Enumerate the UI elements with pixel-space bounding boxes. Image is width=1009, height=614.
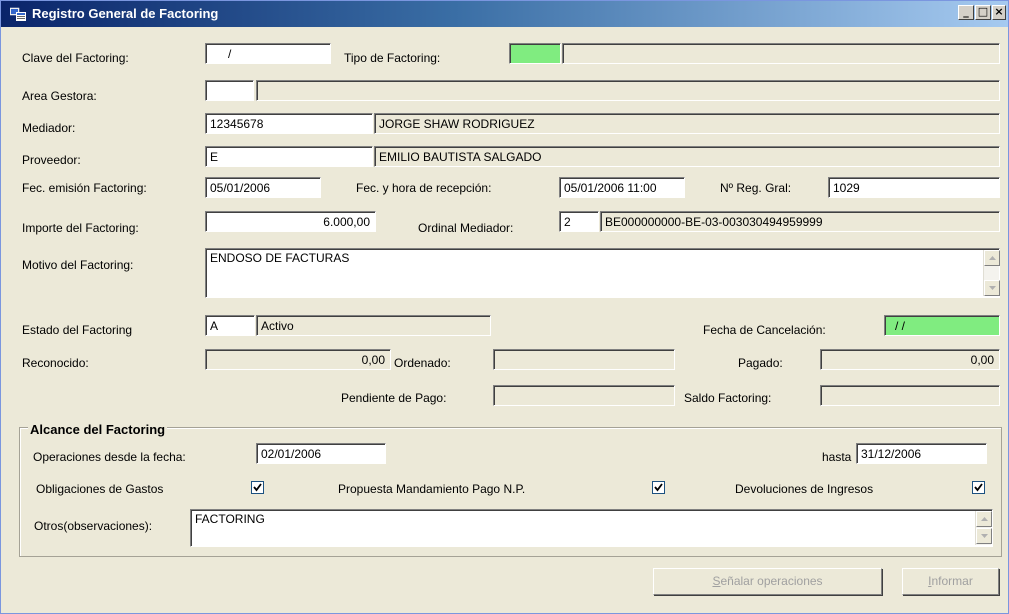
otros-scrollbar[interactable] xyxy=(975,511,992,545)
estado-label: Estado del Factoring xyxy=(22,323,133,337)
importe-input[interactable]: 6.000,00 xyxy=(205,211,376,232)
estado-code-input[interactable]: A xyxy=(205,315,255,336)
proveedor-code-input[interactable]: E xyxy=(205,146,373,167)
reconocido-value: 0,00 xyxy=(205,349,391,370)
scroll-down-button[interactable] xyxy=(976,528,992,544)
ordinal-label: Ordinal Mediador: xyxy=(418,221,514,235)
ordenado-label: Ordenado: xyxy=(394,356,451,370)
ordinal-account: BE000000000-BE-03-003030494959999 xyxy=(600,211,1000,232)
checkmark-icon xyxy=(654,483,663,492)
mediador-code-input[interactable]: 12345678 xyxy=(205,113,373,134)
factoring-window: Registro General de Factoring _ □ × Clav… xyxy=(0,0,1009,614)
close-button[interactable]: × xyxy=(992,5,1006,20)
proveedor-label: Proveedor: xyxy=(22,153,81,167)
scroll-up-icon xyxy=(981,517,988,521)
scroll-up-button[interactable] xyxy=(976,511,992,527)
obligaciones-checkbox[interactable] xyxy=(251,481,264,494)
fec-recepcion-label: Fec. y hora de recepción: xyxy=(356,181,492,195)
hasta-label: hasta xyxy=(822,450,852,464)
hasta-input[interactable]: 31/12/2006 xyxy=(856,443,987,464)
fec-emision-label: Fec. emisión Factoring: xyxy=(22,181,147,195)
scroll-up-button[interactable] xyxy=(984,250,1000,266)
informar-button[interactable]: Informar xyxy=(902,568,999,595)
tipo-label: Tipo de Factoring: xyxy=(344,51,441,65)
nreg-label: Nº Reg. Gral: xyxy=(720,181,792,195)
tipo-description xyxy=(562,43,1000,64)
fec-recepcion-input[interactable]: 05/01/2006 11:00 xyxy=(559,177,685,198)
fecha-cancel-input[interactable]: / / xyxy=(884,315,1000,336)
reconocido-label: Reconocido: xyxy=(22,356,89,370)
title-bar[interactable]: Registro General de Factoring _ □ × xyxy=(1,1,1008,27)
scroll-down-icon xyxy=(981,534,988,538)
motivo-textarea[interactable]: ENDOSO DE FACTURAS xyxy=(205,248,1000,298)
window-title: Registro General de Factoring xyxy=(32,6,219,21)
alcance-title: Alcance del Factoring xyxy=(28,422,168,437)
scroll-down-icon xyxy=(989,286,996,290)
maximize-icon: □ xyxy=(977,5,989,18)
proveedor-name: EMILIO BAUTISTA SALGADO xyxy=(374,146,1000,167)
maximize-button[interactable]: □ xyxy=(975,5,991,20)
minimize-button[interactable]: _ xyxy=(958,5,974,20)
area-description xyxy=(256,80,1000,101)
saldo-value xyxy=(820,385,1000,406)
pagado-value: 0,00 xyxy=(820,349,1000,370)
saldo-label: Saldo Factoring: xyxy=(684,391,772,405)
pendiente-label: Pendiente de Pago: xyxy=(341,391,447,405)
desde-label: Operaciones desde la fecha: xyxy=(33,450,186,464)
motivo-label: Motivo del Factoring: xyxy=(22,258,134,272)
mediador-name: JORGE SHAW RODRIGUEZ xyxy=(374,113,1000,134)
clave-input[interactable]: / xyxy=(205,43,331,64)
senalar-operaciones-button[interactable]: Señalar operaciones xyxy=(653,568,882,595)
mediador-label: Mediador: xyxy=(22,121,76,135)
propuesta-label: Propuesta Mandamiento Pago N.P. xyxy=(338,482,526,496)
motivo-scrollbar[interactable] xyxy=(983,250,1000,296)
tipo-code-input[interactable] xyxy=(509,43,561,64)
clave-label: Clave del Factoring: xyxy=(22,51,129,65)
scroll-down-button[interactable] xyxy=(984,280,1000,296)
checkmark-icon xyxy=(974,483,983,492)
otros-textarea[interactable]: FACTORING xyxy=(190,509,993,547)
propuesta-checkbox[interactable] xyxy=(652,481,665,494)
scroll-up-icon xyxy=(989,256,996,260)
desde-input[interactable]: 02/01/2006 xyxy=(256,443,386,464)
app-icon xyxy=(10,7,26,21)
nreg-input[interactable]: 1029 xyxy=(828,177,1000,198)
fecha-cancel-label: Fecha de Cancelación: xyxy=(703,323,826,337)
devoluciones-checkbox[interactable] xyxy=(972,481,985,494)
pagado-label: Pagado: xyxy=(738,356,783,370)
fec-emision-input[interactable]: 05/01/2006 xyxy=(205,177,321,198)
estado-description: Activo xyxy=(256,315,491,336)
area-label: Area Gestora: xyxy=(22,89,97,103)
importe-label: Importe del Factoring: xyxy=(22,221,139,235)
ordinal-code-input[interactable]: 2 xyxy=(559,211,599,232)
ordenado-value xyxy=(493,349,675,370)
senalar-label: eñalar operaciones xyxy=(720,574,823,588)
otros-label: Otros(observaciones): xyxy=(34,519,153,533)
obligaciones-label: Obligaciones de Gastos xyxy=(36,482,164,496)
pendiente-value xyxy=(493,385,675,406)
minimize-icon: _ xyxy=(963,5,969,18)
checkmark-icon xyxy=(253,483,262,492)
area-code-input[interactable] xyxy=(205,80,254,101)
close-icon: × xyxy=(994,5,1004,18)
informar-label: nformar xyxy=(931,574,973,588)
devoluciones-label: Devoluciones de Ingresos xyxy=(735,482,874,496)
